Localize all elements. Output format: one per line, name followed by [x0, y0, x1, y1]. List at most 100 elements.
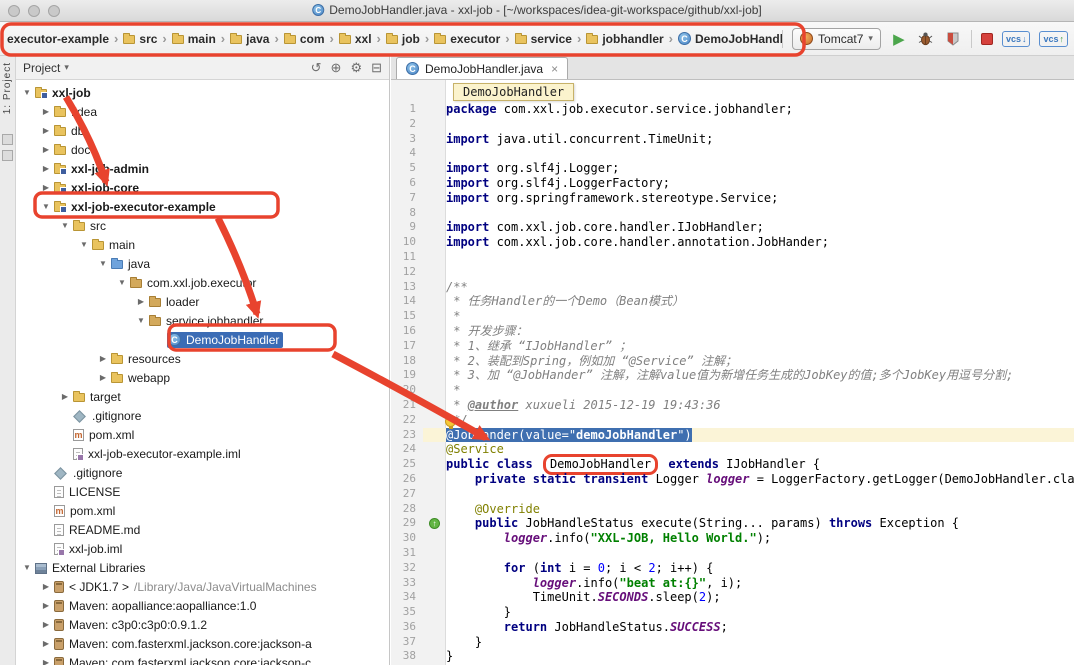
tree-toggle-icon[interactable]: ▶ [39, 183, 53, 192]
tree-item-com-xxl-job-executor[interactable]: ▼com.xxl.job.executor [16, 273, 389, 292]
code-line[interactable]: 19 * 3、加 “@JobHander” 注解，注解value值为新增任务生成… [391, 368, 1074, 383]
tree-toggle-icon[interactable]: ▼ [134, 316, 148, 325]
code-line[interactable]: 15 * [391, 309, 1074, 324]
tree-item-maven-c3p0-c3p0-0-9-1-2[interactable]: ▶Maven: c3p0:c3p0:0.9.1.2 [16, 615, 389, 634]
code-line[interactable]: 9import com.xxl.job.core.handler.IJobHan… [391, 220, 1074, 235]
breadcrumb-item-service[interactable]: service [512, 30, 575, 48]
code-line[interactable]: 13/** [391, 280, 1074, 295]
breadcrumb-item-xxl[interactable]: xxl [336, 30, 375, 48]
breadcrumb-item-com[interactable]: com [281, 30, 328, 48]
run-button[interactable]: ▶ [890, 30, 908, 48]
gear-icon[interactable]: ⚙ [350, 60, 362, 76]
code-line[interactable]: 6import org.slf4j.LoggerFactory; [391, 176, 1074, 191]
tree-item-maven-com-fasterxml-jackson-core-jackson-c[interactable]: ▶Maven: com.fasterxml.jackson.core:jacks… [16, 653, 389, 665]
tree-item-webapp[interactable]: ▶webapp [16, 368, 389, 387]
tree-toggle-icon[interactable]: ▶ [39, 620, 53, 629]
code-line[interactable]: 8 [391, 206, 1074, 221]
vcs-update-button[interactable]: vcs ↓ [1002, 31, 1031, 47]
tree-toggle-icon[interactable]: ▼ [39, 202, 53, 211]
run-config-select[interactable]: Tomcat7 ▾ [792, 28, 881, 50]
code-line[interactable]: 31 [391, 546, 1074, 561]
tree-item-xxl-job-executor-example[interactable]: ▼xxl-job-executor-example [16, 197, 389, 216]
code-line[interactable]: 14 * 任务Handler的一个Demo（Bean模式） [391, 294, 1074, 309]
code-line[interactable]: 7import org.springframework.stereotype.S… [391, 191, 1074, 206]
close-icon[interactable]: × [551, 62, 558, 76]
code-line[interactable]: 23@JobHander(value="demoJobHandler") [391, 428, 1074, 443]
tree-item-xxl-job-admin[interactable]: ▶xxl-job-admin [16, 159, 389, 178]
tree-toggle-icon[interactable]: ▶ [39, 639, 53, 648]
tree-item-readme-md[interactable]: README.md [16, 520, 389, 539]
code-line[interactable]: 33 logger.info("beat at:{}", i); [391, 576, 1074, 591]
code-line[interactable]: 36 return JobHandleStatus.SUCCESS; [391, 620, 1074, 635]
tree-toggle-icon[interactable]: ▼ [58, 221, 72, 230]
code-line[interactable]: 28 @Override [391, 502, 1074, 517]
close-window-button[interactable] [8, 5, 20, 17]
code-line[interactable]: 37 } [391, 635, 1074, 650]
code-line[interactable]: 16 * 开发步骤： [391, 324, 1074, 339]
override-method-icon[interactable]: ↑ [429, 518, 440, 529]
code-line[interactable]: 29↑ public JobHandleStatus execute(Strin… [391, 516, 1074, 531]
tree-toggle-icon[interactable]: ▼ [115, 278, 129, 287]
stop-button[interactable] [981, 33, 993, 45]
tool-window-icon[interactable] [2, 150, 13, 161]
code-line[interactable]: 38} [391, 649, 1074, 664]
code-line[interactable]: 25public class DemoJobHandler extends IJ… [391, 457, 1074, 472]
tool-window-icon[interactable] [2, 134, 13, 145]
code-line[interactable]: 4 [391, 146, 1074, 161]
sync-icon[interactable]: ↺ [311, 60, 322, 76]
tree-item-maven-com-fasterxml-jackson-core-jackson-a[interactable]: ▶Maven: com.fasterxml.jackson.core:jacks… [16, 634, 389, 653]
tree-item-target[interactable]: ▶target [16, 387, 389, 406]
breadcrumb-item-src[interactable]: src [120, 30, 160, 48]
locate-icon[interactable]: ⊕ [331, 60, 342, 76]
code-line[interactable]: 27 [391, 487, 1074, 502]
code-line[interactable]: 12 [391, 265, 1074, 280]
code-line[interactable]: 35 } [391, 605, 1074, 620]
tree-toggle-icon[interactable]: ▶ [39, 145, 53, 154]
tree-item-src[interactable]: ▼src [16, 216, 389, 235]
breadcrumb-item-jobhandler[interactable]: jobhandler [583, 30, 666, 48]
breadcrumb-item-java[interactable]: java [227, 30, 272, 48]
tree-toggle-icon[interactable]: ▶ [39, 601, 53, 610]
code-line[interactable]: 32 for (int i = 0; i < 2; i++) { [391, 561, 1074, 576]
tree-item-xxl-job-iml[interactable]: xxl-job.iml [16, 539, 389, 558]
tree-toggle-icon[interactable]: ▶ [39, 582, 53, 591]
tree-item-pom-xml[interactable]: pom.xml [16, 501, 389, 520]
tree-item-xxl-job[interactable]: ▼xxl-job [16, 83, 389, 102]
code-line[interactable]: 3import java.util.concurrent.TimeUnit; [391, 132, 1074, 147]
code-line[interactable]: 17 * 1、继承 “IJobHandler” ； [391, 339, 1074, 354]
tree-item-gitignore[interactable]: .gitignore [16, 463, 389, 482]
tree-toggle-icon[interactable]: ▼ [20, 88, 34, 97]
tree-item-jdk1-7[interactable]: ▶< JDK1.7 > /Library/Java/JavaVirtualMac… [16, 577, 389, 596]
tree-item-doc[interactable]: ▶doc [16, 140, 389, 159]
tree-item-pom-xml[interactable]: pom.xml [16, 425, 389, 444]
tree-toggle-icon[interactable]: ▶ [39, 126, 53, 135]
tree-toggle-icon[interactable]: ▶ [134, 297, 148, 306]
code-line[interactable]: 5import org.slf4j.Logger; [391, 161, 1074, 176]
code-line[interactable]: 30 logger.info("XXL-JOB, Hello World."); [391, 531, 1074, 546]
tree-toggle-icon[interactable]: ▼ [20, 563, 34, 572]
breadcrumb-item-executor-example[interactable]: executor-example [4, 30, 112, 48]
code-line[interactable]: 2 [391, 117, 1074, 132]
tree-item-license[interactable]: LICENSE [16, 482, 389, 501]
code-line[interactable]: 20 * [391, 383, 1074, 398]
minimize-window-button[interactable] [28, 5, 40, 17]
tree-item-db[interactable]: ▶db [16, 121, 389, 140]
tree-toggle-icon[interactable]: ▼ [77, 240, 91, 249]
tree-item-main[interactable]: ▼main [16, 235, 389, 254]
breadcrumb-item-main[interactable]: main [169, 30, 219, 48]
tree-item-loader[interactable]: ▶loader [16, 292, 389, 311]
tree-item-maven-aopalliance-aopalliance-1-0[interactable]: ▶Maven: aopalliance:aopalliance:1.0 [16, 596, 389, 615]
code-line[interactable]: 18 * 2、装配到Spring，例如加 “@Service” 注解； [391, 354, 1074, 369]
tree-toggle-icon[interactable]: ▼ [96, 259, 110, 268]
tree-item-java[interactable]: ▼java [16, 254, 389, 273]
project-tool-window-button[interactable]: 1: Project [2, 62, 13, 114]
breadcrumb-item-demojobhandler[interactable]: DemoJobHandler [675, 30, 782, 48]
tab-demojobhandler[interactable]: DemoJobHandler.java × [396, 57, 568, 79]
code-line[interactable]: 24@Service [391, 442, 1074, 457]
breadcrumb-item-executor[interactable]: executor [431, 30, 503, 48]
code-line[interactable]: 11 [391, 250, 1074, 265]
tree-toggle-icon[interactable]: ▶ [58, 392, 72, 401]
debug-button[interactable] [917, 30, 935, 48]
zoom-window-button[interactable] [48, 5, 60, 17]
tree-item-service-jobhandler[interactable]: ▼service.jobhandler [16, 311, 389, 330]
